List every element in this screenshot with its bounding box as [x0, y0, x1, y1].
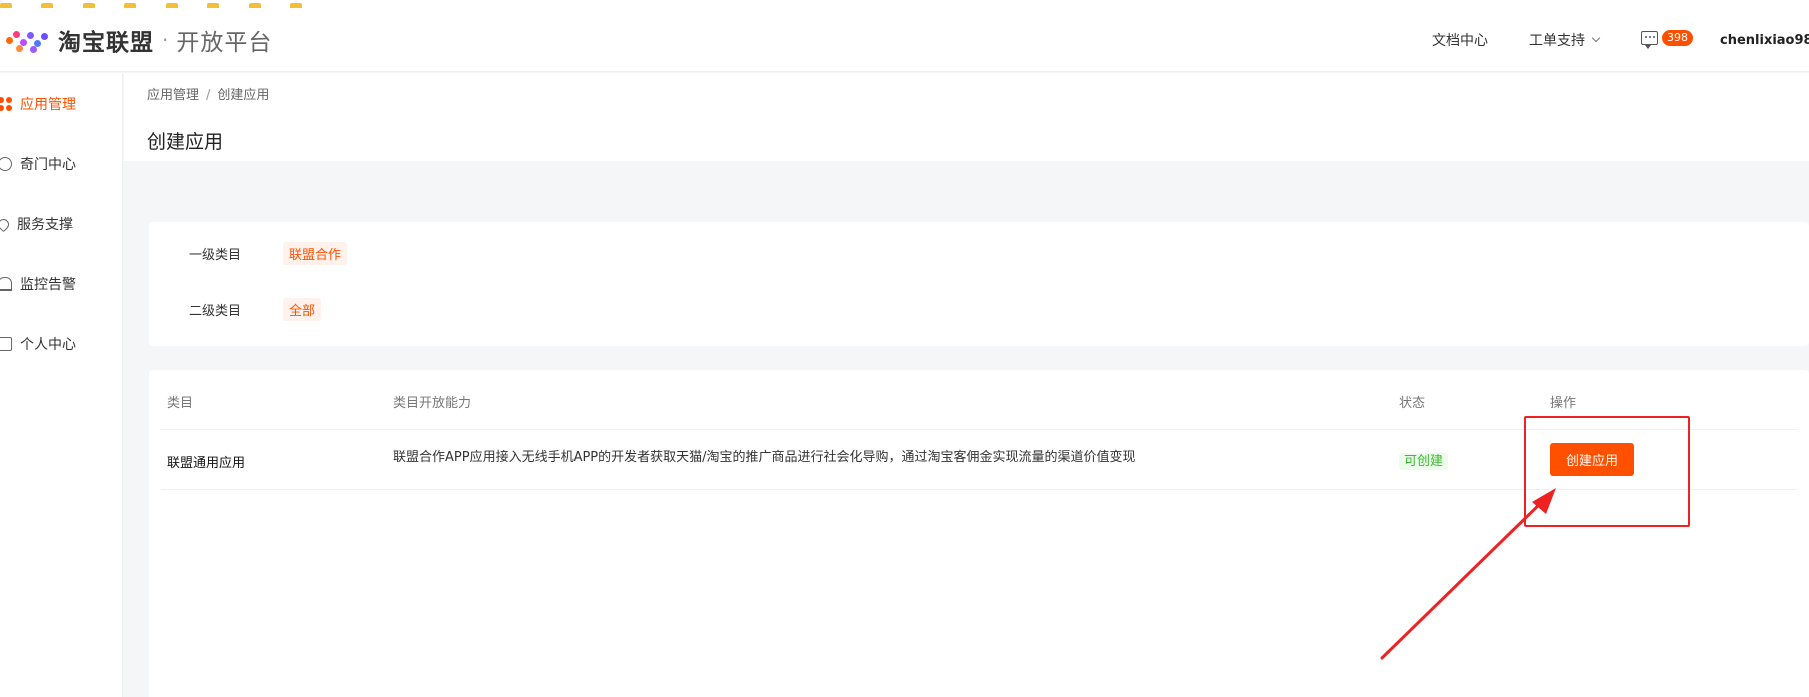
breadcrumb-separator: /	[206, 88, 211, 103]
nav-docs-label: 文档中心	[1432, 33, 1488, 49]
logo-separator: ·	[162, 28, 169, 52]
row-capability: 联盟合作APP应用接入无线手机APP的开发者获取天猫/淘宝的推广商品进行社会化导…	[393, 450, 1136, 465]
user-menu[interactable]: chenlixiao98	[1720, 8, 1809, 72]
sidebar-item-personal-center[interactable]: 个人中心	[0, 329, 123, 359]
logo[interactable]: 淘宝联盟 · 开放平台	[4, 26, 273, 56]
message-icon	[1641, 31, 1658, 49]
bookmark[interactable]	[41, 1, 56, 8]
bookmark[interactable]	[248, 1, 264, 8]
sidebar-item-label: 应用管理	[20, 97, 76, 113]
nav-support-label: 工单支持	[1529, 33, 1585, 49]
bookmark[interactable]	[82, 1, 98, 8]
sidebar-item-qimen[interactable]: 奇门中心	[0, 149, 123, 179]
sidebar-item-label: 服务支撑	[17, 217, 73, 233]
status-badge: 可创建	[1399, 453, 1449, 470]
bookmark[interactable]	[290, 1, 305, 8]
sidebar-item-label: 监控告警	[20, 277, 76, 293]
category-table: 类目 类目开放能力 状态 操作 联盟通用应用 联盟合作APP应用接入无线手机AP…	[149, 370, 1809, 697]
table-header-category: 类目	[167, 396, 194, 411]
nav-docs-link[interactable]: 文档中心	[1432, 8, 1488, 72]
row-divider	[161, 489, 1797, 490]
logo-subtitle: 开放平台	[176, 30, 273, 56]
bookmark-bar	[0, 0, 1809, 8]
logo-brand: 淘宝联盟	[58, 30, 154, 56]
alliance-logo-icon	[4, 27, 52, 53]
create-app-button[interactable]: 创建应用	[1550, 443, 1634, 476]
nav-support-dropdown[interactable]: 工单支持	[1529, 8, 1601, 72]
app-grid-icon	[0, 97, 12, 111]
bookmark[interactable]	[165, 1, 181, 8]
bookmark[interactable]	[124, 1, 139, 8]
filter-label: 二级类目	[189, 304, 242, 319]
row-status: 可创建	[1399, 450, 1449, 470]
breadcrumb-parent-link[interactable]: 应用管理	[147, 88, 199, 103]
sidebar-item-app-management[interactable]: 应用管理	[0, 89, 123, 119]
filter-tag-level2[interactable]: 全部	[283, 298, 322, 321]
top-header: 淘宝联盟 · 开放平台 文档中心 工单支持 398 chenlixiao98	[0, 8, 1809, 72]
sidebar-item-label: 个人中心	[20, 337, 76, 353]
row-category: 联盟通用应用	[167, 456, 246, 471]
sidebar-item-service-support[interactable]: 服务支撑	[0, 209, 123, 239]
profile-icon	[0, 337, 12, 351]
heart-icon	[0, 216, 12, 232]
page-title: 创建应用	[147, 131, 224, 153]
alarm-bell-icon	[0, 277, 12, 291]
table-header-capability: 类目开放能力	[393, 396, 472, 411]
breadcrumb: 应用管理 / 创建应用	[147, 84, 269, 103]
sidebar-item-label: 奇门中心	[20, 157, 76, 173]
bookmark[interactable]	[207, 1, 222, 8]
row-divider	[161, 429, 1797, 430]
table-header-status: 状态	[1399, 396, 1426, 411]
message-count-badge: 398	[1662, 30, 1693, 46]
table-header-action: 操作	[1550, 396, 1577, 411]
sidebar: 应用管理 奇门中心 服务支撑 监控告警 个人中心	[0, 73, 123, 697]
bookmark[interactable]	[0, 1, 15, 8]
filter-tag-level1[interactable]: 联盟合作	[283, 242, 348, 265]
filter-label: 一级类目	[189, 248, 242, 263]
messages-button[interactable]: 398	[1641, 30, 1693, 49]
filter-row-level2: 二级类目 全部	[189, 298, 322, 321]
page-header-area	[124, 73, 1809, 161]
category-filter-card: 一级类目 联盟合作 二级类目 全部	[149, 222, 1809, 346]
username: chenlixiao98	[1720, 32, 1809, 48]
filter-row-level1: 一级类目 联盟合作	[189, 242, 348, 265]
sidebar-item-monitoring[interactable]: 监控告警	[0, 269, 123, 299]
breadcrumb-current: 创建应用	[217, 88, 270, 103]
qimen-icon	[0, 157, 12, 171]
chevron-down-icon	[1591, 33, 1601, 43]
